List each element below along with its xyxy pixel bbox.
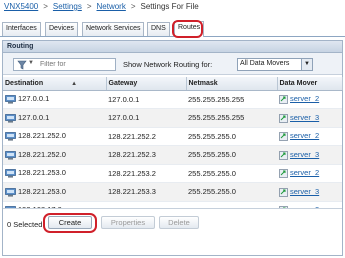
cell-gateway: 127.0.0.1	[106, 108, 186, 128]
tab-devices[interactable]: Devices	[45, 22, 78, 36]
tab-dns[interactable]: DNS	[147, 22, 170, 36]
data-mover-select-value: All Data Movers	[240, 60, 290, 67]
cell-destination: 127.0.0.1	[3, 108, 106, 128]
routes-table-body: 127.0.0.1 127.0.0.1 255.255.255.255 server_…	[3, 90, 342, 220]
breadcrumb-separator: >	[130, 2, 136, 11]
cell-data-mover: server_3	[277, 182, 342, 202]
network-route-icon	[5, 150, 16, 160]
selected-count: 0 Selected	[7, 220, 43, 229]
cell-data-mover: server_2	[277, 90, 342, 109]
data-mover-link[interactable]: server_2	[290, 131, 319, 140]
data-mover-icon	[279, 95, 288, 104]
cell-netmask: 255.255.255.255	[186, 108, 277, 128]
breadcrumb-network[interactable]: Network	[97, 2, 126, 11]
data-mover-icon	[279, 169, 288, 178]
cell-netmask: 255.255.255.0	[186, 164, 277, 183]
breadcrumb-separator: >	[86, 2, 92, 11]
filter-field[interactable]: ▼	[13, 58, 116, 71]
table-row[interactable]: 127.0.0.1 127.0.0.1 255.255.255.255 server_…	[3, 90, 342, 109]
cell-destination: 128.221.253.0	[3, 164, 106, 183]
network-route-icon	[5, 113, 16, 123]
column-header-destination[interactable]: Destination ▲	[3, 77, 107, 91]
breadcrumb-current: Settings For File	[140, 2, 199, 11]
cell-data-mover: server_2	[277, 164, 342, 183]
data-mover-icon	[279, 113, 288, 123]
data-mover-link[interactable]: server_3	[290, 187, 319, 196]
tab-network-services[interactable]: Network Services	[82, 22, 145, 36]
data-mover-icon	[279, 132, 288, 141]
routes-tab-highlight	[172, 20, 203, 38]
cell-netmask: 255.255.255.0	[186, 145, 277, 165]
routing-panel: Routing ▼ Show Network Routing for: All …	[2, 40, 343, 256]
table-header-row: Destination ▲ Gateway Netmask Data Mover	[3, 77, 343, 91]
table-row[interactable]: 128.221.253.0 128.221.253.2 255.255.255.0 s…	[3, 164, 342, 183]
breadcrumb-settings[interactable]: Settings	[53, 2, 82, 11]
cell-data-mover: server_2	[277, 127, 342, 146]
network-route-icon	[5, 187, 16, 197]
create-button-highlight	[43, 213, 97, 233]
table-row[interactable]: 127.0.0.1 127.0.0.1 255.255.255.255 server_…	[3, 108, 342, 128]
properties-button[interactable]: Properties	[101, 216, 155, 229]
column-header-data-mover[interactable]: Data Mover	[277, 77, 343, 91]
column-header-netmask[interactable]: Netmask	[186, 77, 278, 91]
chevron-down-icon[interactable]: ▼	[301, 59, 312, 70]
cell-gateway: 127.0.0.1	[106, 90, 186, 109]
routes-table: Destination ▲ Gateway Netmask Data Mover …	[3, 77, 343, 220]
panel-title: Routing	[3, 41, 342, 53]
network-route-icon	[5, 95, 16, 104]
breadcrumb-vnx5400[interactable]: VNX5400	[4, 2, 38, 11]
sort-ascending-icon: ▲	[71, 80, 78, 87]
column-header-gateway[interactable]: Gateway	[106, 77, 187, 91]
breadcrumb-separator: >	[43, 2, 48, 11]
data-mover-link[interactable]: server_2	[290, 94, 319, 103]
network-route-icon	[5, 169, 16, 178]
cell-data-mover: server_3	[277, 145, 342, 165]
cell-netmask: 255.255.255.0	[186, 182, 277, 202]
cell-gateway: 128.221.252.3	[106, 145, 186, 165]
cell-destination: 127.0.0.1	[3, 90, 106, 109]
cell-gateway: 128.221.253.3	[106, 182, 186, 202]
delete-button[interactable]: Delete	[159, 216, 199, 229]
cell-gateway: 128.221.253.2	[106, 164, 186, 183]
table-row[interactable]: 128.221.252.0 128.221.252.3 255.255.255.0 s…	[3, 145, 342, 165]
data-mover-icon	[279, 150, 288, 160]
table-row[interactable]: 128.221.253.0 128.221.253.3 255.255.255.0 s…	[3, 182, 342, 202]
routing-toolbar: ▼ Show Network Routing for: All Data Mov…	[3, 53, 342, 75]
cell-data-mover: server_3	[277, 108, 342, 128]
cell-destination: 128.221.252.0	[3, 127, 106, 146]
breadcrumb: VNX5400 > Settings > Network > Settings For Fi…	[0, 0, 345, 15]
cell-gateway: 128.221.252.2	[106, 127, 186, 146]
network-route-icon	[5, 132, 16, 141]
cell-netmask: 255.255.255.255	[186, 90, 277, 109]
data-mover-select[interactable]: All Data Movers ▼	[237, 58, 313, 71]
data-mover-link[interactable]: server_2	[290, 168, 319, 177]
table-footer: 0 Selected Create Properties Delete	[3, 208, 342, 255]
data-mover-link[interactable]: server_3	[290, 150, 319, 159]
cell-netmask: 255.255.255.0	[186, 127, 277, 146]
table-row[interactable]: 128.221.252.0 128.221.252.2 255.255.255.0 s…	[3, 127, 342, 146]
data-mover-link[interactable]: server_3	[290, 113, 319, 122]
filter-icon[interactable]	[17, 60, 27, 70]
cell-destination: 128.221.253.0	[3, 182, 106, 202]
filter-dropdown-icon[interactable]: ▼	[28, 60, 34, 66]
data-mover-icon	[279, 187, 288, 197]
filter-input[interactable]	[40, 59, 114, 70]
show-routing-label: Show Network Routing for:	[123, 60, 213, 69]
tab-interfaces[interactable]: Interfaces	[2, 22, 41, 36]
cell-destination: 128.221.252.0	[3, 145, 106, 165]
